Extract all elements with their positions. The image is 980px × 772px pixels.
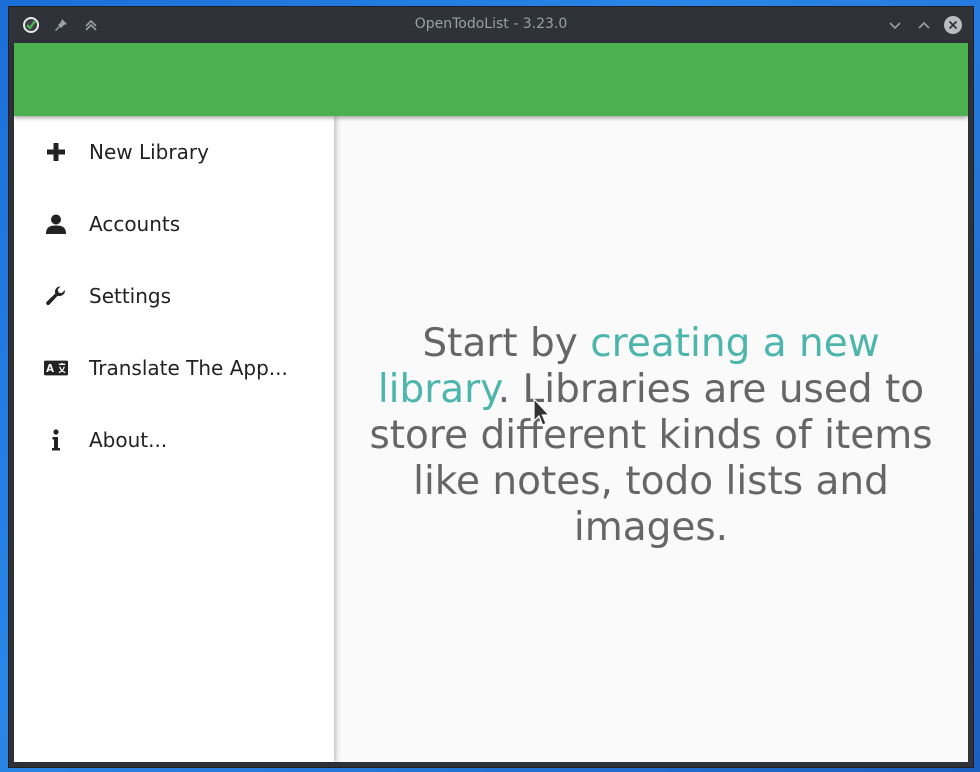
sidebar-item-label: About...	[89, 428, 168, 452]
message-prefix: Start by	[422, 321, 591, 366]
sidebar-item-new-library[interactable]: New Library	[14, 116, 334, 188]
title-bar[interactable]: OpenTodoList - 3.23.0	[9, 7, 973, 43]
sidebar-item-translate[interactable]: A Translate The App...	[14, 332, 334, 404]
plus-icon	[44, 140, 68, 164]
sidebar-item-label: New Library	[89, 140, 209, 164]
maximize-icon[interactable]	[914, 15, 934, 35]
sidebar-item-label: Settings	[89, 284, 172, 308]
info-icon	[44, 428, 68, 452]
minimize-icon[interactable]	[885, 15, 905, 35]
sidebar: New Library Accounts Settings A Translat…	[14, 116, 334, 762]
app-header-bar	[14, 43, 968, 116]
svg-text:A: A	[46, 364, 54, 375]
sidebar-item-accounts[interactable]: Accounts	[14, 188, 334, 260]
sidebar-item-settings[interactable]: Settings	[14, 260, 334, 332]
main-content: Start by creating a new library. Librari…	[334, 116, 968, 762]
person-icon	[44, 212, 68, 236]
window-title: OpenTodoList - 3.23.0	[414, 16, 568, 32]
sidebar-item-label: Translate The App...	[89, 356, 288, 380]
translate-icon: A	[44, 356, 68, 380]
sidebar-item-about[interactable]: About...	[14, 404, 334, 476]
sidebar-item-label: Accounts	[89, 212, 181, 236]
mouse-cursor-icon	[533, 397, 553, 432]
app-content: New Library Accounts Settings A Translat…	[14, 43, 968, 762]
empty-state-message: Start by creating a new library. Librari…	[354, 321, 948, 551]
close-icon[interactable]	[943, 15, 963, 35]
wrench-icon	[44, 284, 68, 308]
app-window: OpenTodoList - 3.23.0 New Library Accoun…	[8, 6, 974, 768]
